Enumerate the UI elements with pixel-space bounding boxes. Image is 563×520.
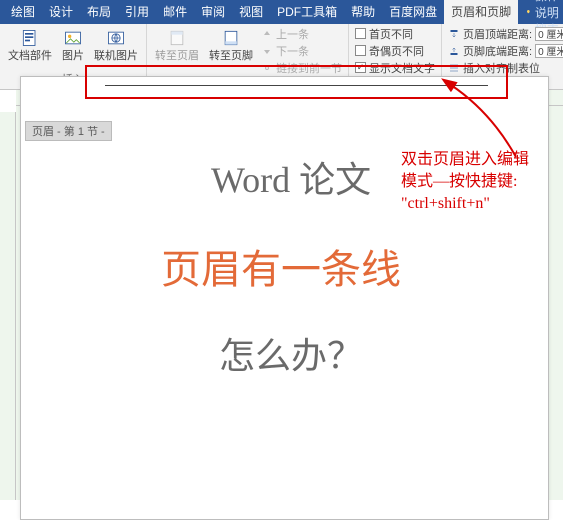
checkbox-icon [355, 45, 366, 56]
next-section-button[interactable]: 下一条 [261, 43, 342, 58]
footer-distance-icon [448, 45, 460, 57]
header-underline [105, 85, 488, 86]
arrow-up-icon [261, 28, 273, 40]
doc-parts-button[interactable]: 文档部件 [6, 26, 54, 64]
picture-icon [63, 28, 83, 48]
tab-pdf-toolbox[interactable]: PDF工具箱 [270, 0, 344, 24]
header-distance-icon [448, 28, 460, 40]
goto-footer-button[interactable]: 转至页脚 [207, 26, 255, 64]
goto-header-icon [167, 28, 187, 48]
tab-help[interactable]: 帮助 [344, 0, 382, 24]
arrow-down-icon [261, 45, 273, 57]
tab-baidu-netdisk[interactable]: 百度网盘 [382, 0, 444, 24]
tab-header-footer[interactable]: 页眉和页脚 [444, 0, 518, 24]
vertical-ruler[interactable] [0, 112, 16, 500]
annotation-text: 双击页眉进入编辑 模式—按快捷键: "ctrl+shift+n" [401, 149, 546, 215]
body-text-line1: Word 论文 [211, 151, 371, 203]
page[interactable]: 页眉 - 第 1 节 - Word 论文 页眉有一条线 怎么办？ 双击页眉进入编… [20, 76, 549, 520]
body-text-line2: 页眉有一条线 [161, 237, 401, 295]
tab-design[interactable]: 设计 [42, 0, 80, 24]
footer-bottom-distance: 页脚底端距离: 0 厘米 [448, 43, 563, 58]
odd-even-different-checkbox[interactable]: 奇偶页不同 [355, 43, 435, 58]
tab-review[interactable]: 审阅 [194, 0, 232, 24]
first-page-different-checkbox[interactable]: 首页不同 [355, 26, 435, 41]
online-picture-icon [106, 28, 126, 48]
tab-references[interactable]: 引用 [118, 0, 156, 24]
header-distance-input[interactable]: 0 厘米 [535, 27, 563, 41]
tab-layout[interactable]: 布局 [80, 0, 118, 24]
lightbulb-icon [526, 5, 531, 19]
footer-distance-input[interactable]: 0 厘米 [535, 44, 563, 58]
prev-section-button[interactable]: 上一条 [261, 26, 342, 41]
tab-view[interactable]: 视图 [232, 0, 270, 24]
ribbon-tabbar: 绘图 设计 布局 引用 邮件 审阅 视图 PDF工具箱 帮助 百度网盘 页眉和页… [0, 0, 563, 24]
goto-header-button[interactable]: 转至页眉 [153, 26, 201, 64]
tab-mailings[interactable]: 邮件 [156, 0, 194, 24]
tab-draw[interactable]: 绘图 [4, 0, 42, 24]
picture-button[interactable]: 图片 [60, 26, 86, 64]
header-top-distance: 页眉顶端距离: 0 厘米 [448, 26, 563, 41]
goto-footer-icon [221, 28, 241, 48]
header-highlight-box [85, 65, 508, 99]
online-picture-button[interactable]: 联机图片 [92, 26, 140, 64]
header-section-tag: 页眉 - 第 1 节 - [25, 121, 112, 141]
body-text-line3: 怎么办？ [219, 327, 363, 379]
checkbox-icon [355, 28, 366, 39]
doc-parts-icon [20, 28, 40, 48]
document-area: 页眉 - 第 1 节 - Word 论文 页眉有一条线 怎么办？ 双击页眉进入编… [16, 106, 563, 500]
